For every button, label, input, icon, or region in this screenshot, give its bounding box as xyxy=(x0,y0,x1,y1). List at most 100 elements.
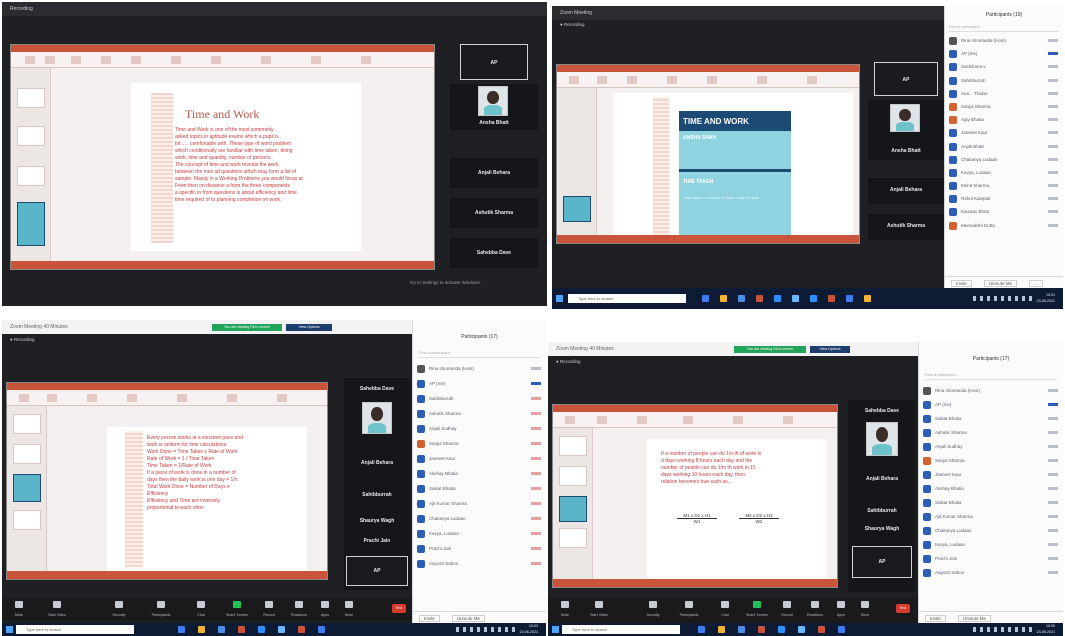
participant-row[interactable]: Saikat Bhatia xyxy=(413,482,546,497)
system-tray[interactable] xyxy=(456,627,516,632)
participant-row[interactable]: Ashutik Sharma xyxy=(919,426,1063,440)
video-icon[interactable]: Start Video xyxy=(588,601,610,617)
taskbar-app-icon[interactable] xyxy=(738,295,745,302)
taskbar-app-icon[interactable] xyxy=(702,295,709,302)
participant-row[interactable]: Sanjul Sharma xyxy=(413,437,546,452)
participant-row[interactable]: Aayush Sahoo xyxy=(413,557,546,572)
participant-row[interactable]: Ajit Kumar Sharma xyxy=(413,497,546,512)
more-icon[interactable]: More xyxy=(338,601,360,617)
slide-thumb[interactable] xyxy=(17,166,45,186)
participant-row[interactable]: Rina shomanda (Host) xyxy=(413,362,546,377)
participant-row[interactable]: Sahibburrah xyxy=(945,74,1063,87)
taskbar-app-icon[interactable] xyxy=(864,295,871,302)
taskbar-app-icon[interactable] xyxy=(838,626,845,633)
taskbar-clock[interactable]: 10:01 23-06-2021 xyxy=(1037,293,1055,304)
participant-row[interactable]: Akshay Bhatia xyxy=(919,482,1063,496)
participant-row[interactable]: Kavya, Ludaan xyxy=(919,538,1063,552)
participant-row[interactable]: Jasneet Kaur xyxy=(413,452,546,467)
taskbar-app-icon[interactable] xyxy=(756,295,763,302)
participant-row[interactable]: Jasneet Kaur xyxy=(919,468,1063,482)
video-tile[interactable]: Anjali Behara xyxy=(848,472,916,486)
unmute-me-button[interactable]: Unmute Me xyxy=(957,615,992,622)
video-tile[interactable]: Ansha Bhatt xyxy=(450,84,538,130)
video-tile-self[interactable]: AP xyxy=(346,556,408,586)
invite-button[interactable]: Invite xyxy=(419,615,440,622)
video-tile[interactable]: Shaurya Wagh xyxy=(848,522,916,536)
video-tile[interactable]: Anjali Behara xyxy=(868,178,944,204)
taskbar-app-icon[interactable] xyxy=(818,626,825,633)
more-options-button[interactable]: ... xyxy=(1029,280,1043,287)
invite-button[interactable]: Invite xyxy=(951,280,972,287)
participant-row[interactable]: Saikat Bhatia xyxy=(919,496,1063,510)
participant-row[interactable]: Anjali Bhatt xyxy=(945,140,1063,153)
slide-thumb[interactable] xyxy=(13,510,41,530)
slide-thumbnails[interactable] xyxy=(557,88,597,235)
ppt-ribbon[interactable] xyxy=(553,412,837,428)
video-tile[interactable]: Sahebba Dave xyxy=(344,382,410,400)
invite-button[interactable]: Invite xyxy=(925,615,946,622)
people-icon[interactable]: Participants xyxy=(678,601,700,617)
video-tile[interactable]: Ansha Bhatt xyxy=(868,100,944,160)
windows-start-icon[interactable] xyxy=(556,295,563,302)
people-icon[interactable]: Participants xyxy=(150,601,172,617)
taskbar-app-icon[interactable] xyxy=(718,626,725,633)
taskbar-app-icon[interactable] xyxy=(798,626,805,633)
taskbar-app-icon[interactable] xyxy=(778,626,785,633)
windows-start-icon[interactable] xyxy=(552,626,559,633)
slide-thumbnails[interactable] xyxy=(11,68,51,261)
taskbar-app-icon[interactable] xyxy=(738,626,745,633)
system-tray[interactable] xyxy=(973,627,1033,632)
end-meeting-button[interactable]: End xyxy=(392,604,406,613)
participant-row[interactable]: Aayush Sahoo xyxy=(919,566,1063,580)
slide-thumb[interactable] xyxy=(13,414,41,434)
video-tile[interactable]: Prachi Jain xyxy=(344,534,410,548)
taskbar-app-icon[interactable] xyxy=(720,295,727,302)
viewing-screen-badge[interactable]: You are viewing Rin's screen xyxy=(212,324,282,331)
record-icon[interactable]: Record xyxy=(258,601,280,617)
video-tile-self[interactable]: AP xyxy=(852,546,912,578)
video-tile[interactable]: Ashutik Sharma xyxy=(868,214,944,240)
video-tile[interactable]: Anjali Behara xyxy=(344,456,410,470)
taskbar-app-icon[interactable] xyxy=(298,626,305,633)
participant-row[interactable]: Anjali Sudhay xyxy=(413,422,546,437)
taskbar-search[interactable]: Type here to search xyxy=(562,625,680,634)
video-tile[interactable]: Sahibburrah xyxy=(344,488,410,502)
chat-icon[interactable]: Chat xyxy=(714,601,736,617)
reaction-icon[interactable]: Reactions xyxy=(804,601,826,617)
taskbar-search[interactable]: Type here to search xyxy=(16,625,134,634)
taskbar-search[interactable]: Type here to search xyxy=(568,294,686,303)
slide-thumb[interactable] xyxy=(559,528,587,548)
taskbar-app-icon[interactable] xyxy=(774,295,781,302)
ppt-ribbon[interactable] xyxy=(7,390,327,406)
taskbar-app-icon[interactable] xyxy=(792,295,799,302)
taskbar-app-icon[interactable] xyxy=(318,626,325,633)
slide-thumbnails[interactable] xyxy=(7,406,47,571)
taskbar-app-icon[interactable] xyxy=(810,295,817,302)
ppt-ribbon[interactable] xyxy=(11,52,434,68)
participant-row[interactable]: Kaustav Bhatt xyxy=(945,205,1063,218)
ppt-ribbon[interactable] xyxy=(557,72,859,88)
mic-icon[interactable]: Mute xyxy=(8,601,30,617)
participant-row[interactable]: Jasneet Kaur xyxy=(945,126,1063,139)
participant-row[interactable]: Kavya, Ludaan xyxy=(945,166,1063,179)
slide-thumb-selected[interactable] xyxy=(559,496,587,522)
slide-thumb[interactable] xyxy=(559,436,587,456)
participant-search[interactable]: Find a participant xyxy=(925,372,1057,380)
record-icon[interactable]: Record xyxy=(776,601,798,617)
viewing-screen-badge[interactable]: You are viewing Rin's screen xyxy=(734,346,806,353)
taskbar-app-icon[interactable] xyxy=(846,295,853,302)
slide-thumb-selected[interactable] xyxy=(563,196,591,222)
taskbar-app-icon[interactable] xyxy=(258,626,265,633)
shield-icon[interactable]: Security xyxy=(642,601,664,617)
slide-thumb[interactable] xyxy=(17,126,45,146)
participant-search[interactable]: Find a participant xyxy=(419,350,540,358)
participant-row[interactable]: Chaitanya Ludaan xyxy=(945,153,1063,166)
taskbar-app-icon[interactable] xyxy=(218,626,225,633)
system-tray[interactable] xyxy=(973,296,1033,301)
participant-row[interactable]: Chaitanya Ludaan xyxy=(413,512,546,527)
participant-row[interactable]: Rina shomanda (Host) xyxy=(919,384,1063,398)
slide-thumb[interactable] xyxy=(17,88,45,108)
participant-row[interactable]: Rahul Kalepati xyxy=(945,192,1063,205)
slide-thumb[interactable] xyxy=(559,466,587,486)
participant-row[interactable]: Prachi Jain xyxy=(413,542,546,557)
